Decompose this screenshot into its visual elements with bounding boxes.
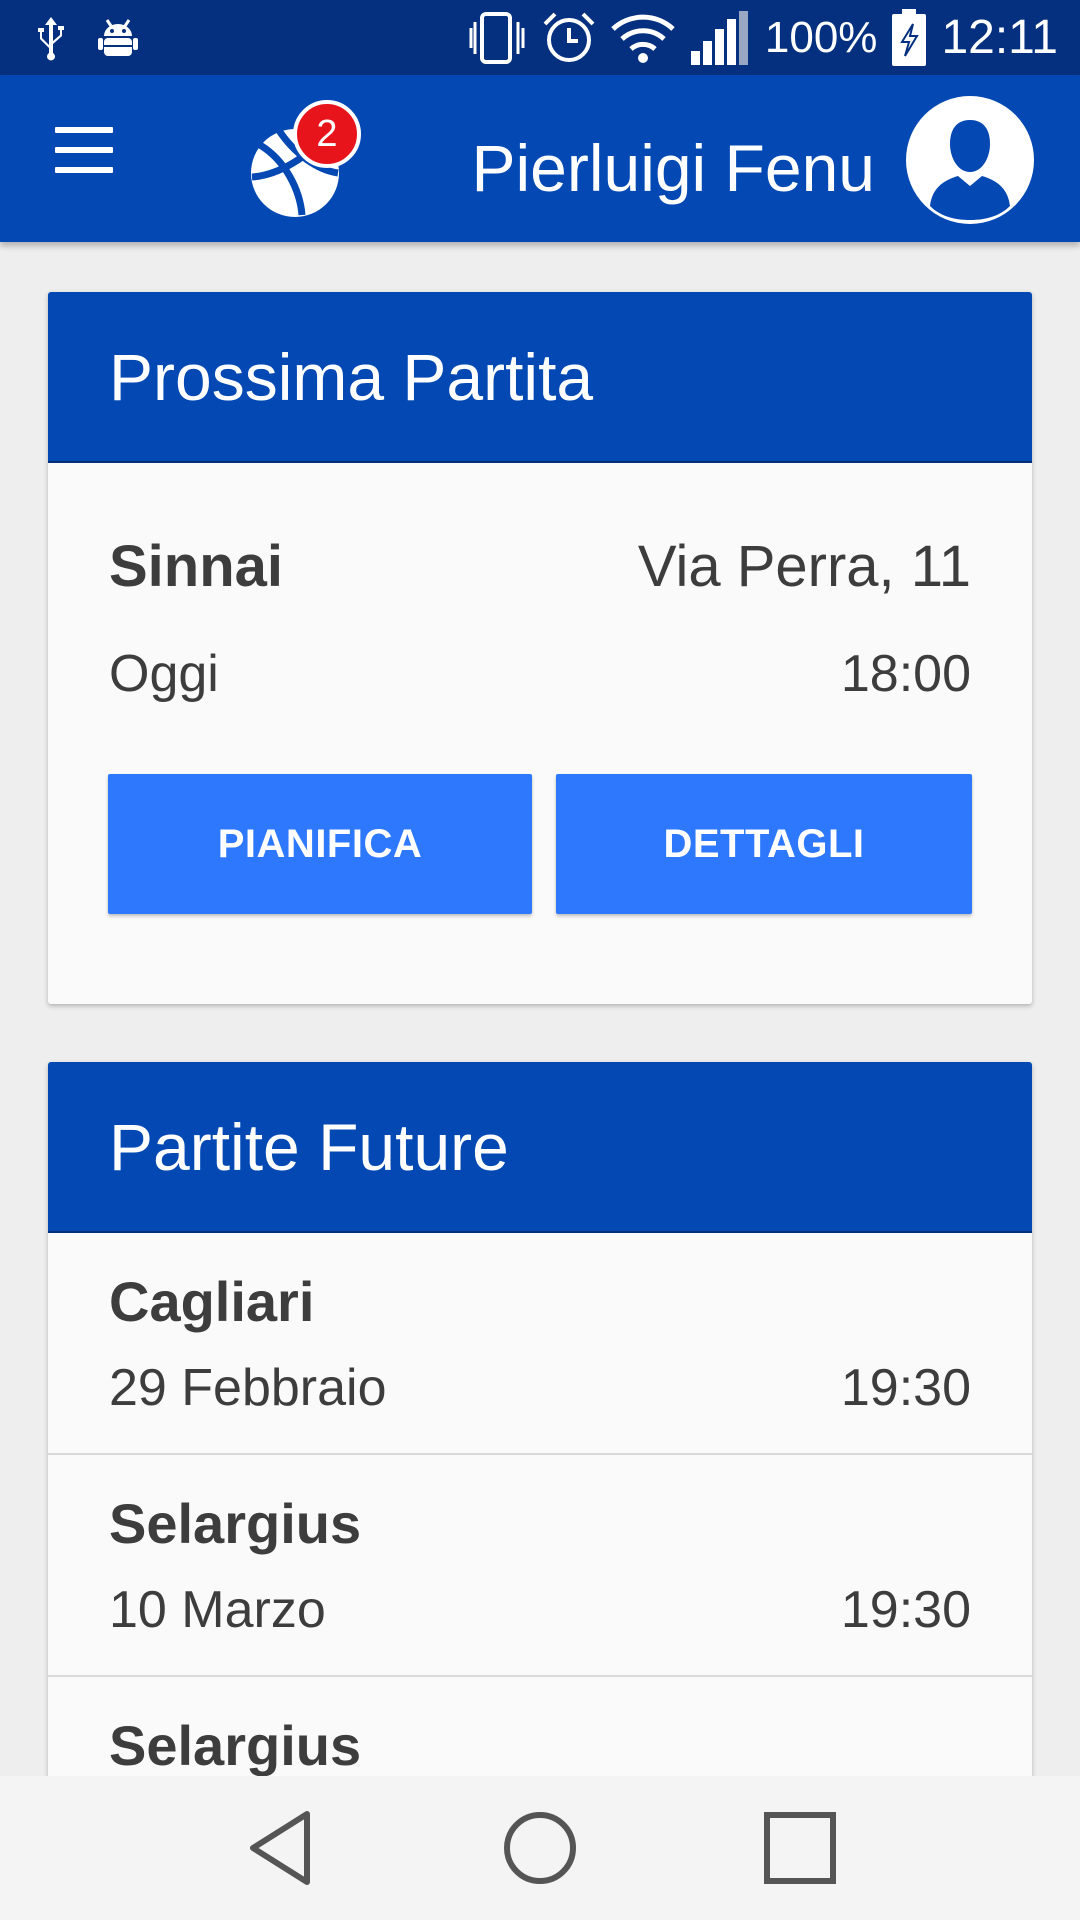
match-city: Selargius	[109, 1714, 362, 1777]
wifi-icon	[611, 14, 675, 63]
battery-charging-icon	[892, 8, 927, 66]
match-time: 19:30	[840, 1359, 971, 1417]
match-city: Cagliari	[109, 1270, 315, 1333]
status-bar: 100% 12:11	[0, 0, 1080, 75]
user-name: Pierluigi Fenu	[471, 131, 875, 205]
plan-button[interactable]: PIANIFICA	[108, 774, 532, 914]
signal-icon	[690, 10, 748, 65]
status-time: 12:11	[941, 11, 1058, 64]
user-avatar-icon[interactable]	[906, 96, 1034, 224]
next-match-card: Prossima Partita Sinnai Via Perra, 11 Og…	[48, 292, 1032, 1004]
notification-badge[interactable]: 2	[293, 100, 361, 168]
next-match-time: 18:00	[840, 645, 971, 703]
list-item[interactable]: Selargius 10 Marzo 19:30	[48, 1455, 1032, 1677]
future-matches-card: Partite Future Cagliari 29 Febbraio 19:3…	[48, 1062, 1032, 1862]
match-city: Selargius	[109, 1492, 362, 1555]
recents-icon[interactable]	[750, 1798, 850, 1898]
details-button[interactable]: DETTAGLI	[556, 774, 972, 914]
list-item[interactable]: Cagliari 29 Febbraio 19:30	[48, 1233, 1032, 1455]
next-match-address: Via Perra, 11	[637, 534, 971, 599]
vibrate-icon	[469, 11, 525, 64]
next-match-title: Prossima Partita	[48, 292, 1032, 463]
next-match-day: Oggi	[109, 645, 219, 703]
match-date: 10 Marzo	[109, 1581, 326, 1639]
alarm-icon	[543, 12, 595, 62]
app-bar: 2 Pierluigi Fenu	[0, 75, 1080, 242]
match-time: 19:30	[840, 1581, 971, 1639]
match-date: 29 Febbraio	[109, 1359, 387, 1417]
next-match-city: Sinnai	[109, 534, 284, 599]
usb-icon	[38, 16, 64, 60]
android-debug-icon	[98, 18, 138, 56]
future-matches-title: Partite Future	[48, 1062, 1032, 1233]
home-icon[interactable]	[490, 1798, 590, 1898]
back-icon[interactable]	[230, 1798, 330, 1898]
navigation-bar	[0, 1776, 1080, 1920]
menu-icon[interactable]	[46, 127, 122, 187]
battery-percent: 100%	[764, 12, 878, 62]
screen: 100% 12:11 2 Pierluigi Fenu Prossima Par…	[0, 0, 1080, 1920]
